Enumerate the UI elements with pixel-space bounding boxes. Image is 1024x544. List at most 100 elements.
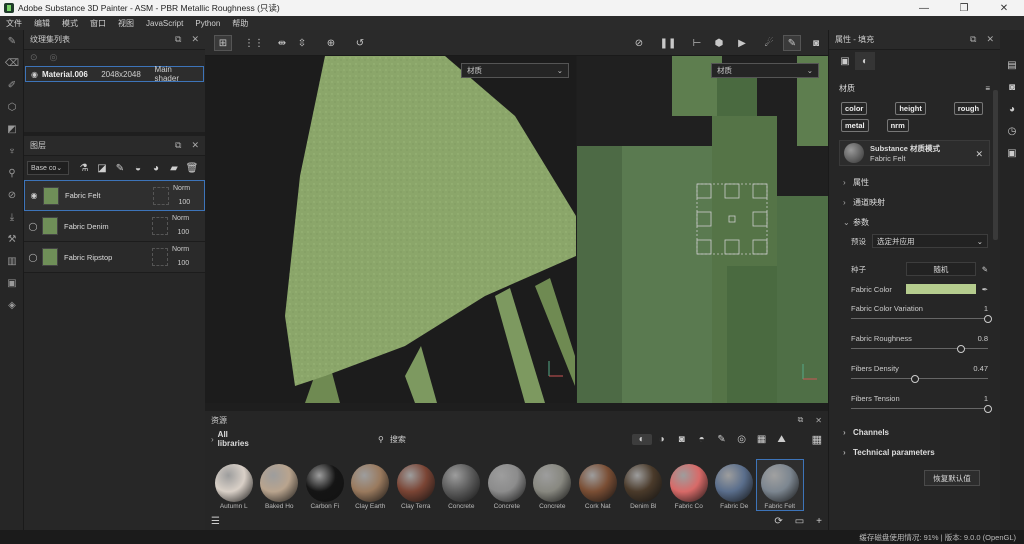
geometry-fill-tool-icon[interactable]: ⬡ — [0, 96, 24, 118]
history-icon[interactable]: ↺ — [351, 35, 369, 51]
menu-window[interactable]: 窗口 — [90, 18, 106, 29]
refresh-icon[interactable]: ⟳ — [774, 516, 782, 527]
slider-fabric-roughness[interactable]: Fabric Roughness 0.8 — [829, 332, 1000, 354]
filter-filters-icon[interactable]: ◓ — [692, 434, 712, 445]
delete-layer-icon[interactable]: 🗑 — [183, 163, 201, 174]
export-tool-icon[interactable]: ▣ — [0, 272, 24, 294]
channel-tag-height[interactable]: height — [895, 102, 926, 115]
filter-particles-icon[interactable]: ◎ — [732, 434, 752, 445]
fabric-color-swatch[interactable] — [905, 284, 976, 294]
viewport-channel-select[interactable]: 材质 ⌄ — [461, 63, 569, 78]
search-input[interactable]: 搜索 — [390, 434, 406, 445]
slider-knob[interactable] — [956, 345, 965, 353]
color-picker-tool-icon[interactable]: ⊘ — [0, 184, 24, 206]
camera-icon[interactable]: ▶ — [733, 35, 751, 51]
close-icon[interactable]: ✕ — [975, 149, 983, 160]
channel-tag-rough[interactable]: rough — [953, 102, 984, 115]
preset-dropdown[interactable]: 选定并应用 ⌄ — [872, 234, 988, 248]
layer-mask-slot[interactable] — [153, 186, 169, 205]
asset-item[interactable]: Denim Bl — [621, 460, 667, 510]
asset-item[interactable]: Fabric De — [712, 460, 758, 510]
texture-set-settings-icon[interactable]: ▤ — [1000, 54, 1024, 76]
paint-mode-icon[interactable]: ✎ — [783, 35, 801, 51]
minimize-button[interactable]: — — [904, 0, 944, 16]
slider-knob[interactable] — [911, 375, 920, 383]
cube-tool-icon[interactable]: ◈ — [0, 294, 24, 316]
filter-materials-icon[interactable]: ◐ — [631, 433, 652, 445]
asset-item[interactable]: Autumn L — [211, 460, 257, 510]
edit-pencil-icon[interactable]: ✎ — [982, 265, 988, 274]
uv-mapping-accordion[interactable]: › 通道映射 — [829, 192, 1000, 212]
visibility-alt-icon[interactable]: ◎ — [50, 52, 58, 63]
add-smart-material-icon[interactable]: ◕ — [147, 163, 165, 174]
import-folder-icon[interactable]: ▭ — [795, 516, 804, 527]
menu-edit[interactable]: 编辑 — [34, 18, 50, 29]
attributes-accordion[interactable]: › 属性 — [829, 172, 1000, 192]
eraser-tool-icon[interactable]: ⌫ — [0, 52, 24, 74]
history-icon[interactable]: ◷ — [1000, 120, 1024, 142]
menu-list-icon[interactable]: ≡ — [985, 84, 990, 93]
eye-icon[interactable]: ◉ — [31, 70, 38, 79]
bake-tool-icon[interactable]: ⤓ — [0, 206, 24, 228]
asset-item[interactable]: Clay Terra — [393, 460, 439, 510]
filter-environments-icon[interactable]: ⛰ — [772, 434, 792, 445]
menu-file[interactable]: 文件 — [6, 18, 22, 29]
close-icon[interactable]: ✕ — [191, 140, 199, 151]
slider-track[interactable] — [851, 318, 988, 319]
maximize-button[interactable]: ❐ — [944, 0, 984, 16]
undock-icon[interactable]: ⧉ — [970, 34, 976, 45]
texture-set-row[interactable]: ◉ Material.006 2048x2048 Main shader — [25, 65, 204, 83]
chevron-right-icon[interactable]: › — [211, 435, 214, 444]
parameters-accordion[interactable]: ⌄ 参数 — [829, 212, 1000, 232]
render-icon[interactable]: ☄ — [760, 35, 778, 51]
layer-row[interactable]: ◉ Fabric Felt Norm 100 — [24, 180, 205, 211]
screenshot-icon[interactable]: ◙ — [807, 35, 825, 51]
close-icon[interactable]: ✕ — [986, 34, 994, 45]
texture-set-shader[interactable]: Main shader — [155, 65, 198, 83]
undock-icon[interactable]: ⧉ — [798, 415, 804, 425]
undock-icon[interactable]: ⧉ — [175, 34, 181, 45]
blend-mode[interactable]: Norm — [173, 182, 190, 196]
channel-tag-nrm[interactable]: nrm — [886, 119, 909, 132]
close-icon[interactable]: ✕ — [191, 34, 199, 45]
slider-value[interactable]: 1 — [984, 394, 988, 403]
layer-mask-slot[interactable] — [152, 248, 168, 266]
reset-defaults-button[interactable]: 恢复默认值 — [924, 470, 980, 486]
layer-row[interactable]: ◯ Fabric Denim Norm 100 — [24, 211, 205, 242]
3d-view-icon[interactable]: ⬢ — [710, 35, 728, 51]
2d-viewport[interactable]: 材质 ⌄ — [577, 56, 828, 403]
hide-icon[interactable]: ⊘ — [630, 35, 648, 51]
pause-icon[interactable]: ❚❚ — [659, 35, 677, 51]
grid-view-icon[interactable]: ▦ — [812, 433, 822, 446]
slider-fibers-density[interactable]: Fibers Density 0.47 — [829, 362, 1000, 384]
symmetry-x-icon[interactable]: ⇹ — [273, 35, 291, 51]
layer-opacity[interactable]: 100 — [177, 257, 189, 271]
scrollbar[interactable] — [993, 90, 998, 240]
channel-tag-metal[interactable]: metal — [841, 119, 869, 132]
menu-help[interactable]: 帮助 — [232, 18, 248, 29]
add-folder-icon[interactable]: ▰ — [165, 163, 183, 174]
frame-selection-icon[interactable]: ⊞ — [214, 35, 232, 51]
slider-value[interactable]: 0.47 — [973, 364, 988, 373]
library-selector[interactable]: All libraries — [218, 430, 258, 448]
menu-mode[interactable]: 模式 — [62, 18, 78, 29]
log-icon[interactable]: ▣ — [1000, 142, 1024, 164]
eye-icon[interactable]: ◉ — [25, 191, 43, 200]
blend-mode[interactable]: Norm — [172, 212, 189, 226]
slider-track[interactable] — [851, 348, 988, 349]
paint-brush-tool-icon[interactable]: ✎ — [0, 30, 24, 52]
filter-textures-icon[interactable]: ◙ — [672, 434, 692, 445]
material-mode-card[interactable]: Substance 材质模式 Fabric Felt ✕ — [839, 140, 990, 166]
split-view-icon[interactable]: ⊢ — [688, 35, 706, 51]
asset-item[interactable]: Baked Ho — [257, 460, 303, 510]
slider-knob[interactable] — [984, 405, 992, 413]
filter-options-icon[interactable]: ☰ — [211, 516, 220, 527]
clone-tool-icon[interactable]: ⚲ — [0, 162, 24, 184]
technical-parameters-accordion[interactable]: › Technical parameters — [829, 442, 1000, 462]
slider-value[interactable]: 1 — [984, 304, 988, 313]
grid-options-icon[interactable]: ⋮⋮ — [244, 35, 264, 51]
add-mask-icon[interactable]: ◪ — [93, 163, 111, 174]
menu-javascript[interactable]: JavaScript — [146, 19, 183, 28]
asset-item[interactable]: Cork Nat — [575, 460, 621, 510]
add-icon[interactable]: + — [816, 516, 822, 527]
